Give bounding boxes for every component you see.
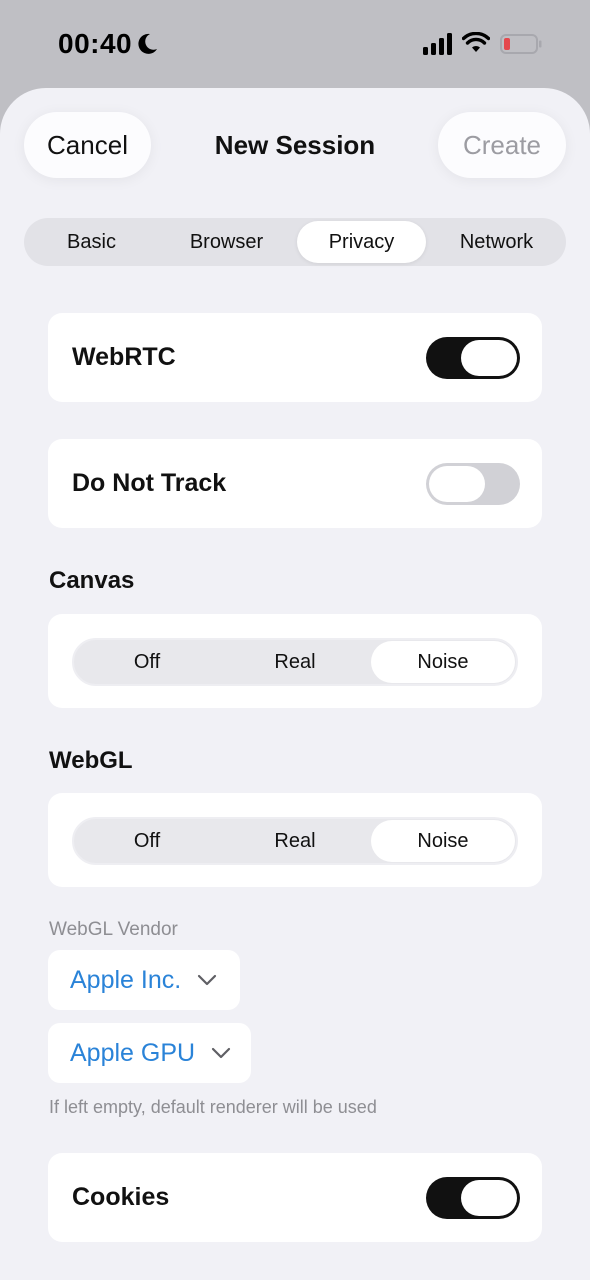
canvas-option-real[interactable]: Real bbox=[223, 641, 367, 683]
webgl-renderer-value: Apple GPU bbox=[70, 1038, 196, 1067]
webgl-segmented-control: Off Real Noise bbox=[72, 817, 518, 865]
do-not-track-row: Do Not Track bbox=[48, 439, 542, 528]
webrtc-label: WebRTC bbox=[72, 343, 176, 371]
tab-privacy[interactable]: Privacy bbox=[297, 221, 426, 263]
webgl-vendor-value: Apple Inc. bbox=[70, 965, 182, 994]
chevron-down-icon bbox=[198, 974, 217, 986]
tab-browser[interactable]: Browser bbox=[162, 221, 291, 263]
create-button[interactable]: Create bbox=[438, 112, 566, 178]
webgl-option-off[interactable]: Off bbox=[75, 820, 219, 862]
battery-low-icon bbox=[500, 34, 542, 54]
webgl-renderer-picker[interactable]: Apple GPU bbox=[48, 1023, 251, 1083]
webgl-vendor-caption: WebGL Vendor bbox=[49, 919, 178, 940]
canvas-option-noise[interactable]: Noise bbox=[371, 641, 515, 683]
tab-network[interactable]: Network bbox=[432, 221, 561, 263]
canvas-card: Off Real Noise bbox=[48, 614, 542, 708]
webgl-section-title: WebGL bbox=[49, 747, 133, 774]
status-time: 00:40 bbox=[58, 28, 133, 59]
toggle-knob bbox=[461, 340, 517, 376]
webgl-card: Off Real Noise bbox=[48, 793, 542, 887]
webrtc-toggle[interactable] bbox=[426, 337, 520, 379]
do-not-track-label: Do Not Track bbox=[72, 469, 227, 497]
webgl-vendor-picker[interactable]: Apple Inc. bbox=[48, 950, 240, 1010]
new-session-sheet: Cancel New Session Create Basic Browser … bbox=[0, 88, 590, 1280]
canvas-section-title: Canvas bbox=[49, 567, 135, 594]
do-not-track-toggle[interactable] bbox=[426, 463, 520, 505]
chevron-down-icon bbox=[211, 1047, 231, 1059]
toggle-knob bbox=[461, 1180, 517, 1216]
renderer-hint: If left empty, default renderer will be … bbox=[49, 1097, 377, 1117]
status-bar: 00:40 bbox=[0, 0, 590, 88]
cookies-label: Cookies bbox=[72, 1183, 170, 1211]
canvas-option-off[interactable]: Off bbox=[75, 641, 219, 683]
section-tabs: Basic Browser Privacy Network bbox=[24, 218, 566, 266]
cookies-row: Cookies bbox=[48, 1153, 542, 1242]
webrtc-row: WebRTC bbox=[48, 313, 542, 402]
webgl-option-noise[interactable]: Noise bbox=[371, 820, 515, 862]
tab-basic[interactable]: Basic bbox=[27, 221, 156, 263]
toggle-knob bbox=[429, 466, 485, 502]
moon-icon bbox=[138, 33, 157, 54]
wifi-icon bbox=[462, 32, 490, 52]
webgl-option-real[interactable]: Real bbox=[223, 820, 367, 862]
canvas-segmented-control: Off Real Noise bbox=[72, 638, 518, 686]
cookies-toggle[interactable] bbox=[426, 1177, 520, 1219]
cellular-signal-icon bbox=[423, 33, 452, 55]
